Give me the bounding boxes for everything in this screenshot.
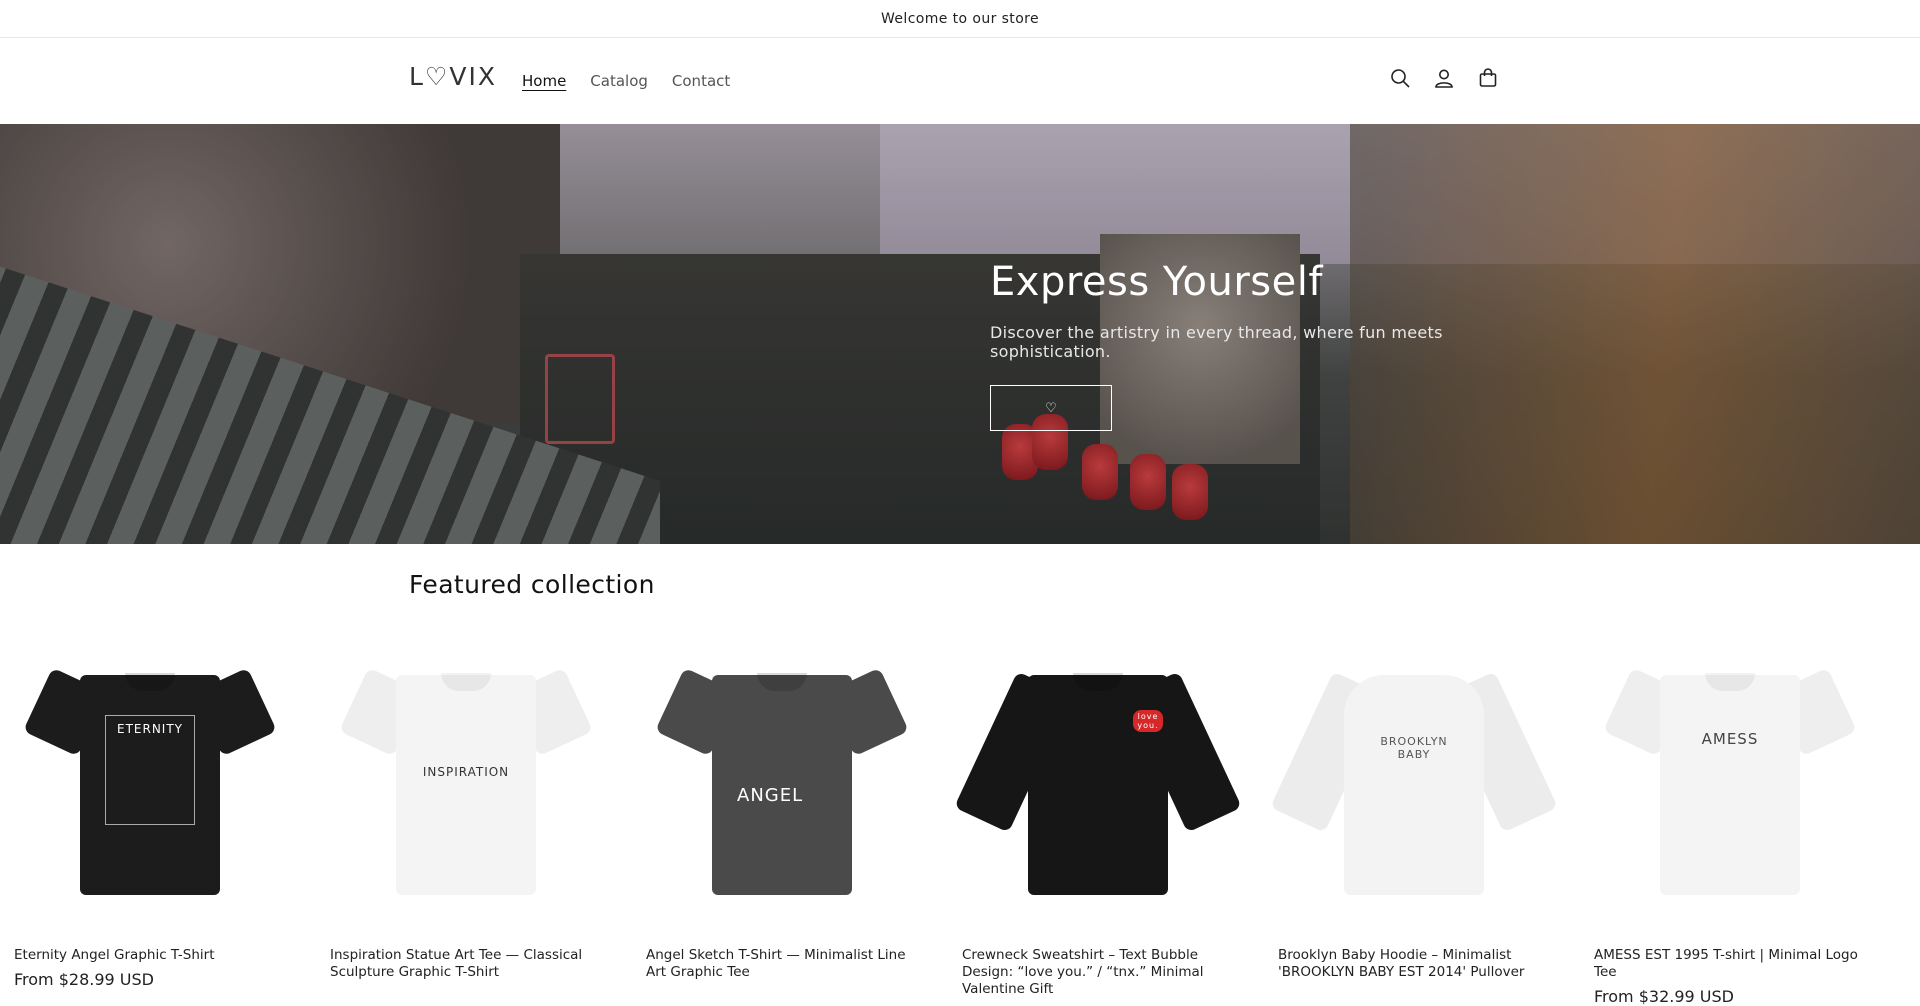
product-title[interactable]: Eternity Angel Graphic T-Shirt <box>0 947 300 964</box>
store-logo[interactable]: L♡VIX <box>409 62 497 91</box>
account-icon[interactable] <box>1434 66 1454 90</box>
product-card[interactable]: love you. Crewneck Sweatshirt – Text Bub… <box>948 625 1248 1004</box>
product-price: From $28.99 USD <box>14 970 154 989</box>
product-card[interactable]: ETERNITY Eternity Angel Graphic T-Shirt … <box>0 625 300 989</box>
cart-icon[interactable] <box>1478 66 1498 90</box>
hero-button[interactable]: ♡ <box>990 385 1112 431</box>
nav-contact[interactable]: Contact <box>672 72 730 90</box>
product-card[interactable]: BROOKLYN BABY Brooklyn Baby Hoodie – Min… <box>1264 625 1564 987</box>
hero-overlay <box>0 124 1920 544</box>
shirt-print: BROOKLYN BABY <box>1380 735 1448 761</box>
shirt-print: love you. <box>1133 710 1163 732</box>
search-icon[interactable] <box>1390 66 1410 90</box>
featured-collection-title: Featured collection <box>409 570 655 599</box>
product-card[interactable]: ANGEL Angel Sketch T-Shirt — Minimalist … <box>632 625 932 987</box>
product-image[interactable]: AMESS <box>1580 625 1880 925</box>
shirt-print: ANGEL <box>737 785 804 806</box>
nav-catalog[interactable]: Catalog <box>590 72 648 90</box>
shirt-print: AMESS <box>1701 730 1759 748</box>
product-title[interactable]: Crewneck Sweatshirt – Text Bubble Design… <box>948 947 1248 998</box>
product-card[interactable]: INSPIRATION Inspiration Statue Art Tee —… <box>316 625 616 987</box>
product-title[interactable]: Inspiration Statue Art Tee — Classical S… <box>316 947 616 981</box>
hero-banner: Express Yourself Discover the artistry i… <box>0 124 1920 544</box>
header-icons <box>1390 66 1498 90</box>
product-image[interactable]: love you. <box>948 625 1248 925</box>
shirt-print: INSPIRATION <box>422 765 510 779</box>
product-image[interactable]: INSPIRATION <box>316 625 616 925</box>
product-title[interactable]: AMESS EST 1995 T-shirt | Minimal Logo Te… <box>1580 947 1880 981</box>
hero-title: Express Yourself <box>990 259 1323 305</box>
product-title[interactable]: Angel Sketch T-Shirt — Minimalist Line A… <box>632 947 932 981</box>
shirt-print: ETERNITY <box>105 715 195 825</box>
product-image[interactable]: ANGEL <box>632 625 932 925</box>
main-nav: Home Catalog Contact <box>522 72 730 90</box>
product-grid: ETERNITY Eternity Angel Graphic T-Shirt … <box>0 625 1920 1006</box>
nav-home[interactable]: Home <box>522 72 566 90</box>
product-image[interactable]: BROOKLYN BABY <box>1264 625 1564 925</box>
announcement-text: Welcome to our store <box>880 10 1040 27</box>
product-card[interactable]: AMESS AMESS EST 1995 T-shirt | Minimal L… <box>1580 625 1880 1006</box>
product-price: From $32.99 USD <box>1594 987 1734 1006</box>
hero-content: Express Yourself Discover the artistry i… <box>990 259 1550 431</box>
product-title[interactable]: Brooklyn Baby Hoodie – Minimalist 'BROOK… <box>1264 947 1564 981</box>
site-header: L♡VIX Home Catalog Contact <box>0 38 1920 124</box>
announcement-bar: Welcome to our store <box>0 0 1920 38</box>
product-image[interactable]: ETERNITY <box>0 625 300 925</box>
hero-subtitle: Discover the artistry in every thread, w… <box>990 323 1443 361</box>
